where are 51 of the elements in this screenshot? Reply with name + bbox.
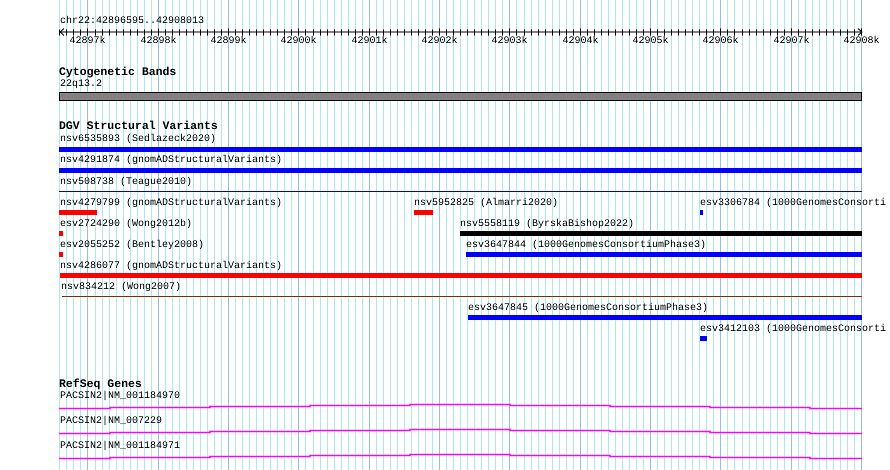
variant-label[interactable]: esv2055252 (Bentley2008) <box>60 240 204 251</box>
variant-label[interactable]: esv3412103 (1000GenomesConsorti <box>700 324 886 335</box>
band-label: 22q13.2 <box>60 79 102 90</box>
variant-label[interactable]: nsv4286077 (gnomADStructuralVariants) <box>60 261 282 272</box>
gene-label[interactable]: PACSIN2|NM_001184970 <box>60 391 180 402</box>
variant-bar[interactable] <box>60 273 862 278</box>
ruler-tick-label: 42901k <box>350 36 388 47</box>
variant-label[interactable]: nsv5558119 (ByrskaBishop2022) <box>460 219 634 230</box>
variant-label[interactable]: nsv5952825 (Almarri2020) <box>414 198 558 209</box>
variant-label[interactable]: nsv4291874 (gnomADStructuralVariants) <box>60 155 282 166</box>
ruler-tick-label: 42903k <box>490 36 528 47</box>
variant-label[interactable]: esv3647845 (1000GenomesConsortiumPhase3) <box>468 303 708 314</box>
gene-label[interactable]: PACSIN2|NM_007229 <box>60 416 162 427</box>
ruler-tick-label: 42904k <box>561 36 600 47</box>
ruler-title: chr22:42896595..42908013 <box>60 16 204 27</box>
variant-bar[interactable] <box>59 210 97 215</box>
ruler-tick-label: 42898k <box>139 36 178 47</box>
ruler-tick-label: 42899k <box>209 36 248 47</box>
track-title: DGV Structural Variants <box>59 121 218 133</box>
track-title: RefSeq Genes <box>59 379 142 391</box>
gene-label[interactable]: PACSIN2|NM_001184971 <box>60 441 180 452</box>
variant-bar[interactable] <box>59 252 63 257</box>
variant-bar[interactable] <box>414 210 433 215</box>
gene-model-line[interactable] <box>59 454 862 460</box>
variant-bar[interactable] <box>468 315 862 320</box>
ruler-tick-label: 42900k <box>279 36 318 47</box>
variant-label[interactable]: nsv508738 (Teague2010) <box>60 177 192 188</box>
ruler-tick-label: 42897k <box>68 36 106 47</box>
variant-line[interactable] <box>62 296 862 297</box>
variant-label[interactable]: nsv6535893 (Sedlazeck2020) <box>60 134 216 145</box>
ruler-tick-label: 42906k <box>701 36 740 47</box>
variant-bar[interactable] <box>59 231 63 236</box>
ruler-tick-label: 42902k <box>420 36 458 47</box>
ruler-tick-label: 42905k <box>631 36 670 47</box>
variant-bar[interactable] <box>466 252 862 257</box>
ruler-tick-label: 42908k <box>842 36 880 47</box>
gene-model-line[interactable] <box>59 428 862 434</box>
variant-label[interactable]: esv3306784 (1000GenomesConsorti <box>700 198 886 209</box>
ruler-tick-label: 42907k <box>772 36 810 47</box>
variant-bar[interactable] <box>700 336 707 341</box>
variant-bar[interactable] <box>460 231 862 236</box>
variant-label[interactable]: nsv4279799 (gnomADStructuralVariants) <box>60 198 282 209</box>
variant-line[interactable] <box>59 191 862 192</box>
track-title: Cytogenetic Bands <box>59 67 176 79</box>
variant-label[interactable]: esv3647844 (1000GenomesConsortiumPhase3) <box>466 240 706 251</box>
variant-label[interactable]: nsv834212 (Wong2007) <box>61 282 182 293</box>
variant-bar[interactable] <box>59 147 862 152</box>
gene-model-line[interactable] <box>59 404 862 410</box>
variant-label[interactable]: esv2724290 (Wong2012b) <box>60 219 192 230</box>
variant-bar[interactable] <box>59 168 862 173</box>
variant-bar[interactable] <box>700 210 703 215</box>
